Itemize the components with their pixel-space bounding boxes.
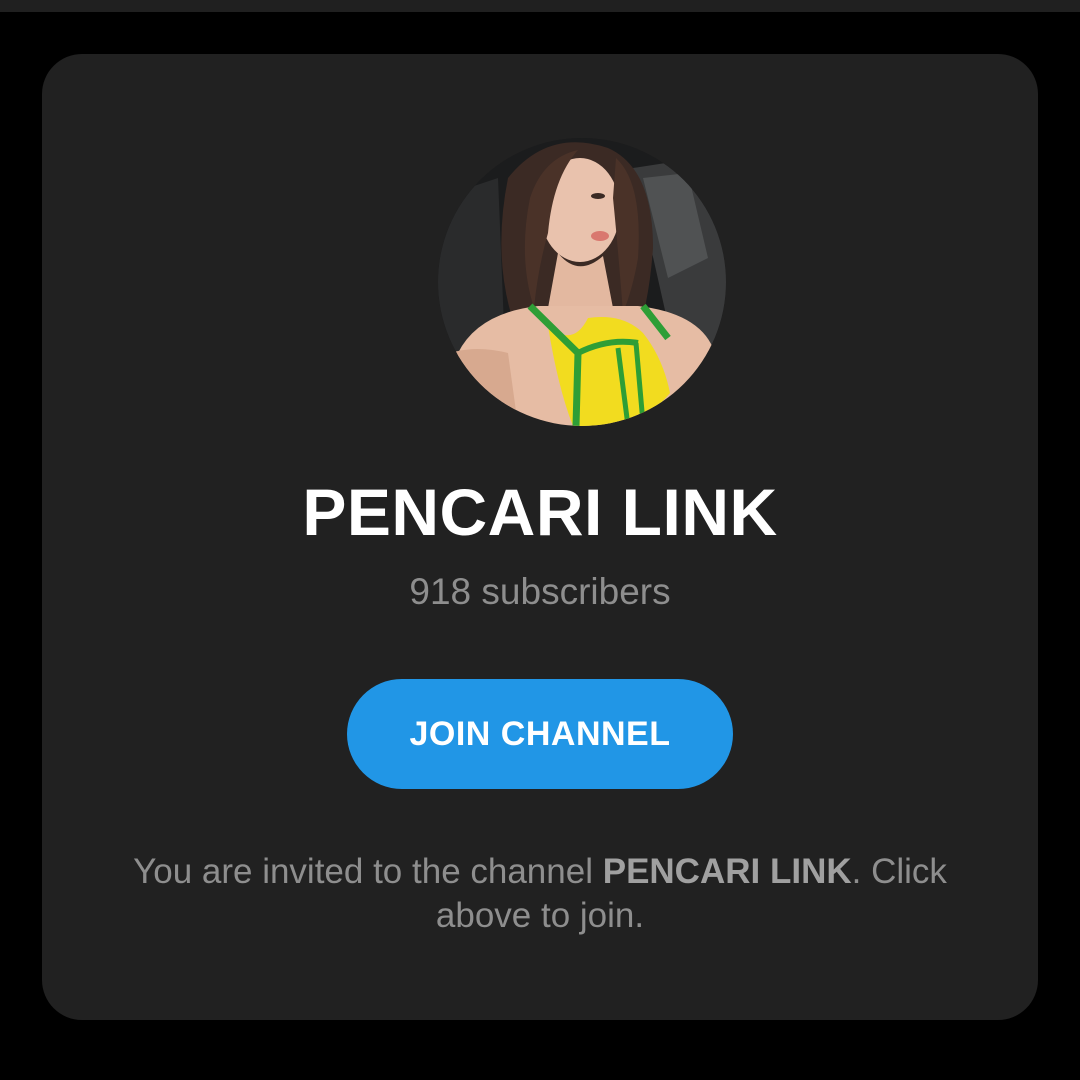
join-channel-button[interactable]: JOIN CHANNEL <box>347 679 733 789</box>
invite-prefix: You are invited to the channel <box>133 852 603 891</box>
subscriber-count: 918 subscribers <box>409 571 671 612</box>
avatar-photo-icon <box>438 138 726 426</box>
channel-invite-card: PENCARI LINK 918 subscribers JOIN CHANNE… <box>42 54 1038 1020</box>
invite-channel-name: PENCARI LINK <box>602 852 852 891</box>
top-bar <box>0 0 1080 12</box>
invite-message: You are invited to the channel PENCARI L… <box>102 850 978 938</box>
channel-title: PENCARI LINK <box>302 475 778 549</box>
channel-avatar <box>438 138 726 426</box>
